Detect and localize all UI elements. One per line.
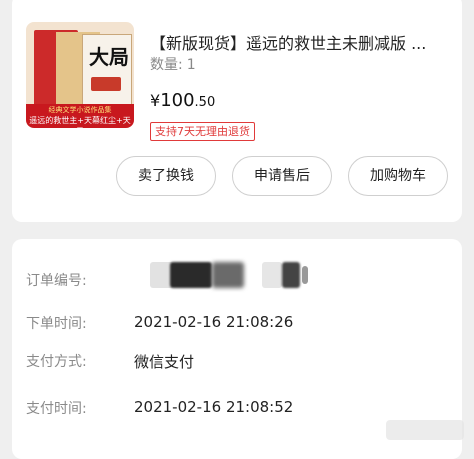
banner-line-1: 经典文学小说作品集 — [48, 106, 112, 114]
product-price: ¥100.50 — [150, 90, 215, 111]
quantity-value: 1 — [186, 57, 196, 73]
redacted-order-number — [282, 262, 300, 288]
order-time-label: 下单时间: — [26, 316, 87, 332]
order-number-label: 订单编号: — [26, 273, 87, 289]
redacted-order-number — [302, 266, 308, 284]
product-thumbnail[interactable]: 大局 经典文学小说作品集 遥远的救世主+天幕红尘+天局 — [26, 22, 134, 128]
book-cover-front: 大局 — [82, 34, 132, 110]
price-decimal: .50 — [194, 95, 216, 110]
price-integer: 100 — [160, 90, 195, 111]
order-time-value: 2021-02-16 21:08:26 — [134, 313, 294, 331]
add-to-cart-button[interactable]: 加购物车 — [348, 156, 448, 196]
book-cover-seal — [91, 77, 121, 91]
redacted-order-number — [170, 262, 212, 288]
thumbnail-banner: 经典文学小说作品集 遥远的救世主+天幕红尘+天局 — [26, 104, 134, 128]
sell-button[interactable]: 卖了换钱 — [116, 156, 216, 196]
quantity-label: 数量: — [150, 57, 183, 73]
redacted-order-number — [262, 262, 282, 288]
redacted-order-number — [212, 262, 244, 288]
product-card: 大局 经典文学小说作品集 遥远的救世主+天幕红尘+天局 【新版现货】遥远的救世主… — [12, 0, 462, 222]
return-policy-badge: 支持7天无理由退货 — [150, 122, 255, 141]
banner-line-2: 遥远的救世主+天幕红尘+天局 — [29, 116, 131, 128]
price-currency: ¥ — [150, 91, 161, 110]
product-title[interactable]: 【新版现货】遥远的救世主未删减版 ... — [150, 30, 450, 54]
after-sale-button[interactable]: 申请售后 — [232, 156, 332, 196]
payment-method-value: 微信支付 — [134, 353, 195, 371]
watermark — [386, 420, 464, 440]
book-cover-title: 大局 — [89, 45, 129, 69]
payment-method-label: 支付方式: — [26, 354, 87, 370]
payment-time-value: 2021-02-16 21:08:52 — [134, 398, 294, 416]
product-quantity: 数量: 1 — [150, 54, 196, 74]
payment-time-label: 支付时间: — [26, 401, 87, 417]
